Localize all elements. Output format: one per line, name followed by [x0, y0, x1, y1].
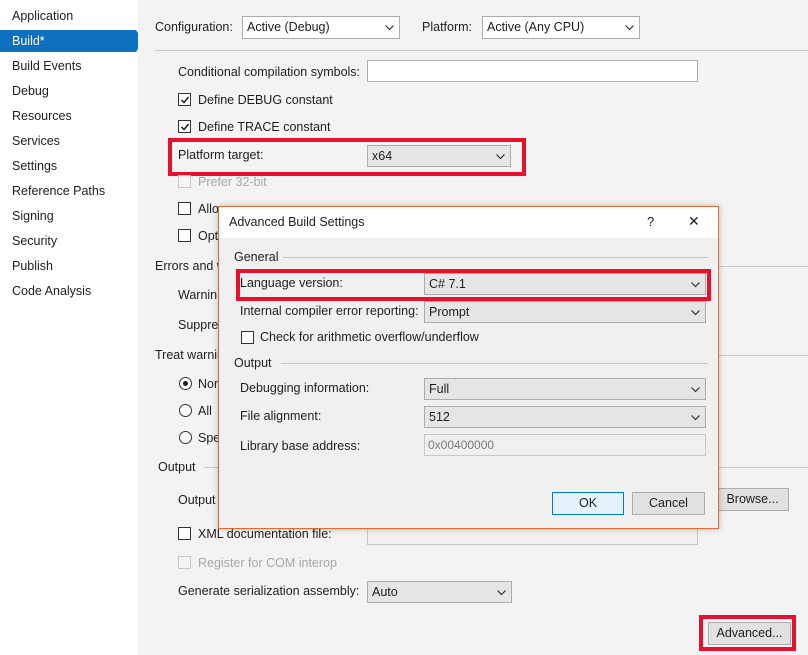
- allow-unsafe-checkbox[interactable]: [178, 202, 191, 215]
- divider: [283, 257, 708, 258]
- sidebar-item-signing[interactable]: Signing: [0, 205, 138, 227]
- treat-warnings-specific-radio[interactable]: [179, 431, 192, 444]
- overflow-label: Check for arithmetic overflow/underflow: [260, 330, 479, 344]
- divider: [718, 355, 808, 356]
- warning-level-label: Warnin: [178, 288, 218, 302]
- output-path-label: Output: [178, 493, 216, 507]
- sidebar-item-code-analysis[interactable]: Code Analysis: [0, 280, 138, 302]
- file-alignment-dropdown[interactable]: 512: [424, 406, 706, 428]
- platform-label: Platform:: [422, 20, 473, 34]
- define-debug-checkbox[interactable]: [178, 93, 191, 106]
- sidebar-item-publish[interactable]: Publish: [0, 255, 138, 277]
- optimize-label: Opt: [198, 229, 219, 243]
- ok-button[interactable]: OK: [552, 492, 624, 515]
- treat-warnings-section-label: Treat warnin: [155, 348, 225, 362]
- prefer32-label: Prefer 32-bit: [198, 175, 267, 189]
- optimize-checkbox[interactable]: [178, 229, 191, 242]
- divider: [718, 266, 808, 267]
- browse-button[interactable]: Browse...: [716, 488, 789, 511]
- register-com-checkbox[interactable]: [178, 556, 191, 569]
- prefer32-checkbox[interactable]: [178, 175, 191, 188]
- allow-unsafe-label: Allo: [198, 202, 219, 216]
- sidebar-item-services[interactable]: Services: [0, 130, 138, 152]
- chevron-down-icon: [691, 415, 700, 421]
- base-address-label: Library base address:: [240, 439, 361, 453]
- treat-warnings-all-radio[interactable]: [179, 404, 192, 417]
- divider: [155, 50, 808, 51]
- base-address-input[interactable]: 0x00400000: [424, 434, 706, 456]
- debug-info-dropdown[interactable]: Full: [424, 378, 706, 400]
- configuration-value: Active (Debug): [247, 20, 330, 34]
- conditional-symbols-label: Conditional compilation symbols:: [178, 65, 361, 79]
- output-group-label: Output: [234, 356, 272, 370]
- divider: [718, 467, 808, 468]
- sidebar-item-build[interactable]: Build*: [0, 30, 143, 52]
- help-icon[interactable]: ?: [647, 214, 654, 229]
- overflow-checkbox[interactable]: [241, 331, 254, 344]
- dialog-titlebar: Advanced Build Settings ? ✕: [219, 207, 718, 238]
- checkmark-icon: [180, 96, 190, 104]
- sidebar-item-security[interactable]: Security: [0, 230, 138, 252]
- configuration-dropdown[interactable]: Active (Debug): [242, 16, 400, 39]
- debug-info-label: Debugging information:: [240, 381, 370, 395]
- chevron-down-icon: [625, 25, 634, 31]
- sidebar-item-debug[interactable]: Debug: [0, 80, 138, 102]
- sidebar-item-application[interactable]: Application: [0, 5, 138, 27]
- chevron-down-icon: [691, 310, 700, 316]
- output-section-label: Output: [158, 460, 196, 474]
- advanced-build-settings-dialog: Advanced Build Settings ? ✕ General Lang…: [218, 206, 719, 529]
- define-debug-label: Define DEBUG constant: [198, 93, 333, 107]
- define-trace-checkbox[interactable]: [178, 120, 191, 133]
- errors-section-label: Errors and w: [155, 259, 226, 273]
- treat-warnings-specific-label: Spe: [198, 431, 221, 445]
- general-group-label: General: [234, 250, 279, 264]
- language-version-highlight: [236, 269, 711, 301]
- register-com-label: Register for COM interop: [198, 556, 337, 570]
- file-alignment-value: 512: [429, 410, 450, 424]
- treat-warnings-none-label: Nor: [198, 377, 219, 391]
- define-trace-label: Define TRACE constant: [198, 120, 331, 134]
- internal-error-label: Internal compiler error reporting:: [240, 304, 419, 318]
- dialog-title: Advanced Build Settings: [229, 215, 365, 229]
- cancel-button[interactable]: Cancel: [632, 492, 705, 515]
- debug-info-value: Full: [429, 382, 450, 396]
- radio-selected-dot: [183, 381, 188, 386]
- sidebar-item-reference-paths[interactable]: Reference Paths: [0, 180, 138, 202]
- xml-doc-checkbox[interactable]: [178, 527, 191, 540]
- divider: [281, 363, 708, 364]
- platform-value: Active (Any CPU): [487, 20, 585, 34]
- platform-dropdown[interactable]: Active (Any CPU): [482, 16, 640, 39]
- treat-warnings-all-label: All: [198, 404, 212, 418]
- internal-error-value: Prompt: [429, 305, 470, 319]
- treat-warnings-none-radio[interactable]: [179, 377, 192, 390]
- chevron-down-icon: [497, 590, 506, 596]
- sidebar: Application Build* Build Events Debug Resour…: [0, 0, 143, 655]
- conditional-symbols-input[interactable]: [367, 60, 698, 82]
- sidebar-item-build-events[interactable]: Build Events: [0, 55, 138, 77]
- xml-doc-label: XML documentation file:: [198, 527, 332, 541]
- base-address-value: 0x00400000: [428, 438, 495, 452]
- advanced-button-highlight: [699, 615, 796, 651]
- serialization-value: Auto: [372, 585, 398, 599]
- sidebar-item-resources[interactable]: Resources: [0, 105, 138, 127]
- file-alignment-label: File alignment:: [240, 409, 322, 423]
- close-icon[interactable]: ✕: [688, 213, 700, 230]
- internal-error-dropdown[interactable]: Prompt: [424, 301, 706, 323]
- configuration-label: Configuration:: [155, 20, 233, 34]
- chevron-down-icon: [385, 25, 394, 31]
- serialization-dropdown[interactable]: Auto: [367, 581, 512, 603]
- chevron-down-icon: [691, 387, 700, 393]
- serialization-label: Generate serialization assembly:: [178, 584, 360, 598]
- sidebar-item-settings[interactable]: Settings: [0, 155, 138, 177]
- divider: [204, 467, 218, 468]
- platform-target-highlight: [168, 138, 526, 176]
- checkmark-icon: [180, 123, 190, 131]
